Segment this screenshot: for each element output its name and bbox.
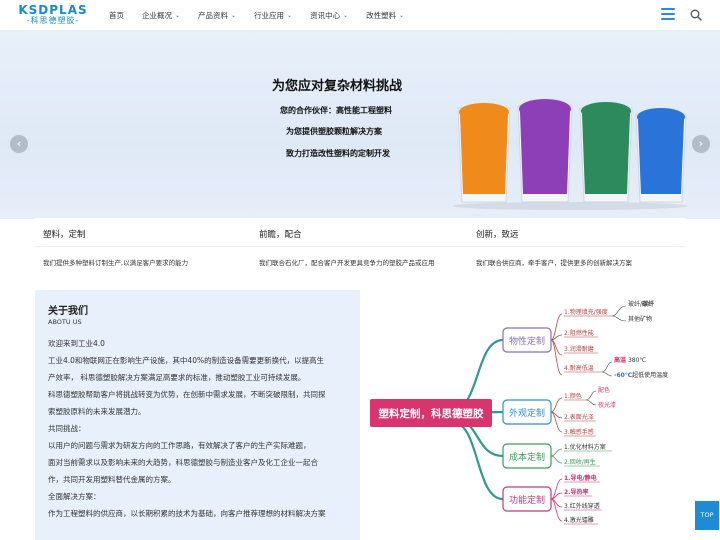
- mindmap-center-node: 塑料定制，科思德塑胶: [370, 399, 492, 427]
- mindmap-branch-function: 功能定制 1.导电/静电 2.导热率 3.红外线穿透 4.激光镭雕: [502, 474, 602, 525]
- feature-title: 前瞻，配合: [259, 230, 302, 240]
- carousel-prev-button[interactable]: ‹: [10, 135, 28, 153]
- banner-line-1: 您的合作伙伴：高性能工程塑料: [280, 106, 392, 115]
- mindmap-sub-item: 玻纤/: [628, 300, 643, 308]
- about-body: 欢迎来到工业4.0 工业4.0和物联网正在影响生产设施，其中40%的制造设备需要…: [48, 335, 353, 522]
- mindmap-sub-item: 高温: [614, 356, 626, 364]
- search-icon[interactable]: [690, 9, 702, 21]
- granule-glass-blue: [635, 108, 687, 203]
- logo-sub-text: -科思德塑胶-: [26, 16, 80, 25]
- banner-line-2: 为您提供塑胶颗粒解决方案: [286, 127, 382, 136]
- nav-item-label: 企业概况: [142, 11, 172, 20]
- feature-innovation[interactable]: 创新，致远 我们联合供应商，牵手客户，提供更多的创新解决方案: [468, 218, 684, 284]
- branch-item: 2.导热率: [564, 488, 588, 496]
- nav-item-industry[interactable]: 行业应用 ⌄: [245, 0, 301, 31]
- about-title: 关于我们: [48, 306, 88, 317]
- feature-desc: 我们联合供应商，牵手客户，提供更多的创新解决方案: [476, 259, 632, 267]
- chevron-down-icon: ⌄: [343, 12, 349, 19]
- feature-customization[interactable]: 塑料，定制 我们提供多种塑料订制生产,以满足客户要求的能力: [35, 218, 251, 284]
- about-paragraph: 作，共同开发用塑料替代金属的方案。: [48, 475, 176, 484]
- granule-glass-orange: [457, 103, 511, 203]
- customization-mindmap: 塑料定制，科思德塑胶 物性定制 1.物理填充/强度 2.阻燃性能 3.润滑耐磨 …: [360, 290, 685, 540]
- feature-cooperation[interactable]: 前瞻，配合 我们联合石化厂，配合客户开发更具竞争力的塑胶产品或应用: [251, 218, 467, 284]
- hamburger-menu-icon[interactable]: [661, 8, 675, 21]
- feature-strip: 塑料，定制 我们提供多种塑料订制生产,以满足客户要求的能力 前瞻，配合 我们联合…: [35, 218, 685, 284]
- chevron-down-icon: ⌄: [287, 12, 293, 19]
- branch-item: 3.触感手感: [564, 428, 594, 436]
- hero-banner: 为您应对复杂材料挑战 您的合作伙伴：高性能工程塑料 为您提供塑胶颗粒解决方案 致…: [0, 31, 720, 219]
- site-header: KSDPLAS -科思德塑胶- 首页 企业概况 ⌄ 产品资料 ⌄ 行业应用 ⌄ 资讯中…: [0, 0, 720, 31]
- branch-item: 2.回收/再生: [564, 458, 596, 466]
- nav-item-label: 改性塑料: [366, 11, 397, 20]
- about-subtitle: ABOTU US: [48, 318, 82, 326]
- about-paragraph: 共同挑战：: [48, 424, 86, 433]
- nav-item-label: 行业应用: [254, 11, 285, 20]
- banner-line-3: 致力打造改性塑料的定制开发: [286, 149, 390, 158]
- branch-item: 1.优化材料方案: [564, 443, 606, 451]
- branch-label: 外观定制: [509, 407, 545, 419]
- banner-title: 为您应对复杂材料挑战: [272, 79, 403, 94]
- svg-text:玻纤/碳纤: 玻纤/碳纤: [628, 300, 654, 308]
- mindmap-branch-appearance: 外观定制 1.颜色 2.表面光泽 3.触感手感 配色 夜光漆: [502, 386, 616, 437]
- mindmap-branch-cost: 成本定制 1.优化材料方案 2.回收/再生: [502, 443, 612, 469]
- mindmap-center-label: 塑料定制，科思德塑胶: [379, 407, 484, 420]
- branch-item: 1.物理填充/强度: [564, 308, 608, 316]
- mindmap-branch-physical: 物性定制 1.物理填充/强度 2.阻燃性能 3.润滑耐磨 4.耐高低温 玻纤/碳…: [502, 300, 668, 379]
- nav-item-modified-plastics[interactable]: 改性塑料 ⌄: [357, 0, 413, 31]
- mindmap-sub-item: 配色: [598, 386, 610, 394]
- page: KSDPLAS -科思德塑胶- 首页 企业概况 ⌄ 产品资料 ⌄ 行业应用 ⌄ 资讯中…: [0, 0, 720, 540]
- branch-item: 4.耐高低温: [564, 364, 594, 372]
- about-paragraph: 以用户的问题与需求为研发方向的工作思路，有效解决了客户的生产实际难题，: [48, 441, 311, 450]
- about-paragraph: 全面解决方案：: [48, 492, 101, 501]
- feature-desc: 我们联合石化厂，配合客户开发更具竞争力的塑胶产品或应用: [259, 259, 435, 267]
- nav-item-label: 首页: [109, 11, 124, 20]
- mindmap-sub-item: 380℃: [628, 357, 646, 364]
- feature-title: 塑料，定制: [43, 230, 86, 240]
- carousel-next-button[interactable]: ›: [692, 135, 710, 153]
- branch-item: 3.润滑耐磨: [564, 345, 594, 353]
- mindmap-sub-item: 夜光漆: [598, 401, 616, 409]
- feature-title: 创新，致远: [476, 230, 519, 240]
- chevron-down-icon: ⌄: [175, 12, 181, 19]
- about-paragraph: 工业4.0和物联网正在影响生产设施，其中40%的制造设备需要更新换代，以提高生: [48, 356, 325, 365]
- branch-item: 1.导电/静电: [564, 474, 597, 482]
- main-nav: 首页 企业概况 ⌄ 产品资料 ⌄ 行业应用 ⌄ 资讯中心 ⌄ 改性塑料 ⌄: [100, 0, 413, 31]
- chevron-down-icon: ⌄: [399, 12, 405, 19]
- back-to-top-button[interactable]: TOP: [695, 501, 719, 530]
- branch-item: 4.激光镭雕: [564, 516, 594, 524]
- mindmap-sub-item: 超低使用温度: [632, 371, 668, 379]
- nav-item-label: 产品资料: [198, 11, 229, 20]
- nav-item-products[interactable]: 产品资料 ⌄: [189, 0, 245, 31]
- nav-item-label: 资讯中心: [310, 11, 341, 20]
- site-logo[interactable]: KSDPLAS -科思德塑胶-: [18, 4, 88, 26]
- branch-item: 2.表面光泽: [564, 413, 594, 421]
- about-paragraph: 产效率， 科思德塑胶解决方案满足高要求的标准，推动塑胶工业可持续发展。: [48, 373, 306, 382]
- mindmap-sub-item: 其他矿物: [628, 315, 652, 323]
- svg-text:-60℃超低使用温度: -60℃超低使用温度: [614, 371, 668, 379]
- branch-label: 成本定制: [509, 451, 545, 463]
- logo-main-text: KSDPLAS: [18, 3, 88, 17]
- chevron-down-icon: ⌄: [231, 12, 237, 19]
- about-paragraph: 科思德塑胶帮助客户将挑战转变为优势，在创新中需求发展，不断突破限制，共同探: [48, 390, 326, 399]
- mindmap-sub-item: -60℃: [614, 372, 632, 379]
- branch-item: 3.红外线穿透: [564, 502, 600, 510]
- branch-label: 功能定制: [509, 494, 545, 506]
- nav-item-news[interactable]: 资讯中心 ⌄: [301, 0, 357, 31]
- plastic-granules-image: [452, 99, 688, 210]
- granule-glass-purple: [517, 99, 573, 203]
- branch-item: 2.阻燃性能: [564, 329, 594, 337]
- about-paragraph: 作为工程塑料的供应商，以长期积累的技术为基础，向客户推荐理想的材料解决方案: [48, 509, 326, 518]
- about-paragraph: 面对当前需求以及影响未来的大趋势，科思德塑胶与制造业客户及化工企业一起合: [48, 458, 318, 467]
- granule-glass-green: [579, 102, 633, 203]
- branch-label: 物性定制: [509, 335, 545, 347]
- svg-text:高温 380℃: 高温 380℃: [614, 356, 646, 364]
- about-section: 关于我们 ABOTU US 欢迎来到工业4.0 工业4.0和物联网正在影响生产设…: [35, 290, 360, 540]
- nav-item-home[interactable]: 首页: [100, 0, 133, 31]
- branch-item: 1.颜色: [564, 392, 582, 400]
- feature-desc: 我们提供多种塑料订制生产,以满足客户要求的能力: [43, 259, 189, 267]
- mindmap-sub-item: 碳纤: [642, 300, 654, 308]
- nav-item-company[interactable]: 企业概况 ⌄: [133, 0, 189, 31]
- about-paragraph: 欢迎来到工业4.0: [48, 339, 105, 348]
- about-paragraph: 索塑胶原料的未来发展潜力。: [48, 407, 146, 416]
